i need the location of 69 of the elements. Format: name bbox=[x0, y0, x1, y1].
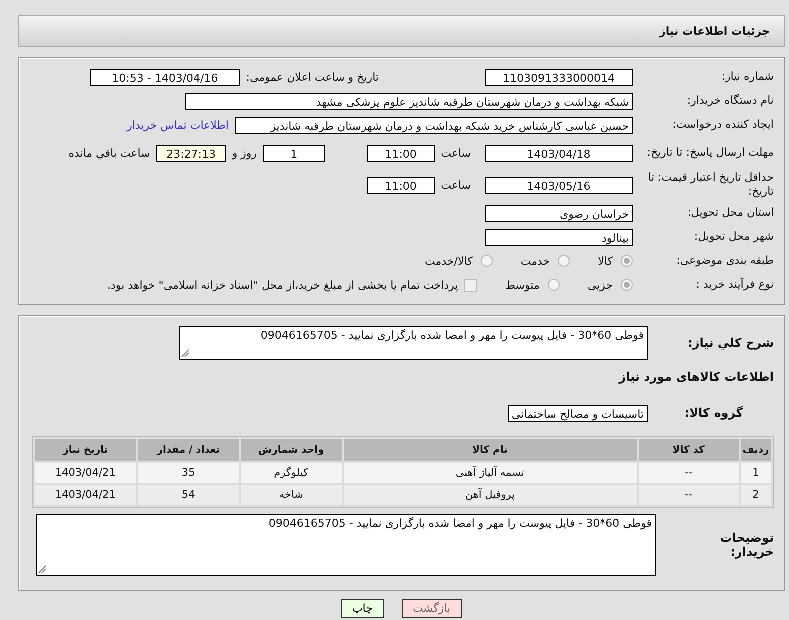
table-cell: 54 bbox=[138, 485, 239, 505]
table-cell: 1 bbox=[741, 463, 771, 483]
option-label: متوسط bbox=[505, 278, 540, 292]
date-field: 1403/04/18 bbox=[485, 144, 633, 162]
buyer-org-field: شبکه بهداشت و درمان شهرستان طرقبه شاندیز علوم پزشکی مشهد bbox=[185, 92, 633, 110]
field-label: شماره نیاز: bbox=[720, 70, 774, 84]
option-label: کالا bbox=[598, 254, 613, 268]
creator-field: حسین عباسی کارشناس خرید شبکه بهداشت و درمان شهرستان طرقبه شاندیز bbox=[235, 116, 633, 134]
table-cell: پروفیل آهن bbox=[344, 485, 637, 505]
table-cell: شاخه bbox=[240, 485, 342, 505]
table-cell: -- bbox=[638, 485, 740, 505]
resize-grip-icon[interactable] bbox=[38, 565, 47, 574]
announce-date-field: 1403/04/16 - 10:53 bbox=[90, 68, 240, 86]
field-label: ساعت bbox=[441, 146, 471, 160]
option-label: خدمت bbox=[520, 254, 550, 268]
field-label: روز و bbox=[232, 146, 258, 160]
back-button[interactable]: بازگشت bbox=[402, 599, 462, 618]
notes-field[interactable]: قوطی 60*30 - فایل پیوست را مهر و امضا شده بارگزاری نمایید - 09046165705 bbox=[36, 514, 656, 576]
goods-group-field: تاسیسات و مصالح ساختمانی bbox=[508, 404, 648, 422]
page-title: جزئیات اطلاعات نیاز bbox=[660, 24, 770, 38]
field-label: شرح کلي نياز: bbox=[687, 336, 774, 350]
city-field: بینالود bbox=[485, 228, 633, 246]
radio-button[interactable] bbox=[548, 279, 560, 291]
field-label: توضیحات خریدار: bbox=[719, 531, 774, 559]
column-header: واحد شمارش bbox=[240, 439, 342, 461]
time-field: 11:00 bbox=[367, 144, 436, 162]
table-cell: -- bbox=[638, 463, 740, 483]
table-cell: 35 bbox=[138, 463, 239, 483]
checkbox[interactable] bbox=[464, 278, 478, 292]
field-label: ایجاد کننده درخواست: bbox=[672, 118, 774, 132]
table-cell: 1403/04/21 bbox=[35, 485, 136, 505]
field-label: تاریخ و ساعت اعلان عمومی: bbox=[246, 70, 379, 84]
checkbox-label: پرداخت تمام یا بخشی از مبلغ خرید،از محل "اسناد خزانه اسلامی" خواهد بود. bbox=[108, 278, 458, 292]
column-header: نام کالا bbox=[344, 439, 637, 461]
field-label: گروه کالا: bbox=[684, 406, 744, 420]
section-title: اطلاعات کالاهای مورد نیاز bbox=[619, 370, 774, 384]
option-label: کالا/خدمت bbox=[425, 254, 473, 268]
field-label: طبقه بندی موضوعی: bbox=[676, 254, 774, 268]
days-field: 1 bbox=[263, 144, 326, 162]
table-cell: کیلوگرم bbox=[240, 463, 342, 483]
column-header: تعداد / مقدار bbox=[138, 439, 239, 461]
date-field: 1403/05/16 bbox=[485, 176, 633, 194]
radio-button[interactable] bbox=[558, 255, 570, 267]
field-label: نوع فرآیند خرید : bbox=[695, 278, 774, 292]
resize-grip-icon[interactable] bbox=[181, 349, 190, 358]
field-label: حداقل تاریخ اعتبار قیمت: تا تاریخ: bbox=[647, 171, 774, 199]
field-label: ساعت باقي مانده bbox=[68, 146, 150, 160]
option-label: جزیی bbox=[588, 278, 613, 292]
contact-link[interactable]: اطلاعات تماس خریدار bbox=[127, 118, 229, 132]
column-header: کد کالا bbox=[638, 439, 740, 461]
field-label: ساعت bbox=[441, 178, 471, 192]
province-field: خراسان رضوی bbox=[485, 204, 633, 222]
description-field[interactable]: قوطی 60*30 - فایل پیوست را مهر و امضا شده بارگزاری نمایید - 09046165705 bbox=[179, 326, 648, 360]
field-label: مهلت ارسال پاسخ: تا تاریخ: bbox=[646, 146, 774, 160]
column-header: ردیف bbox=[741, 439, 771, 461]
table-cell: 1403/04/21 bbox=[35, 463, 136, 483]
table-cell: تسمه آلیاژ آهنی bbox=[344, 463, 637, 483]
radio-button[interactable] bbox=[621, 279, 633, 291]
radio-button[interactable] bbox=[480, 255, 493, 267]
field-label: شهر محل تحویل: bbox=[693, 230, 774, 244]
time-field: 11:00 bbox=[367, 176, 436, 194]
remaining-time-field: 23:27:13 bbox=[156, 144, 226, 162]
table-cell: 2 bbox=[741, 485, 771, 505]
field-label: استان محل تحویل: bbox=[686, 206, 774, 220]
radio-button[interactable] bbox=[621, 255, 633, 267]
need-number-field: 1103091333000014 bbox=[485, 68, 633, 86]
print-button[interactable]: چاپ bbox=[341, 599, 384, 618]
column-header: تاریخ نیاز bbox=[35, 439, 136, 461]
field-label: نام دستگاه خریدار: bbox=[686, 94, 774, 108]
